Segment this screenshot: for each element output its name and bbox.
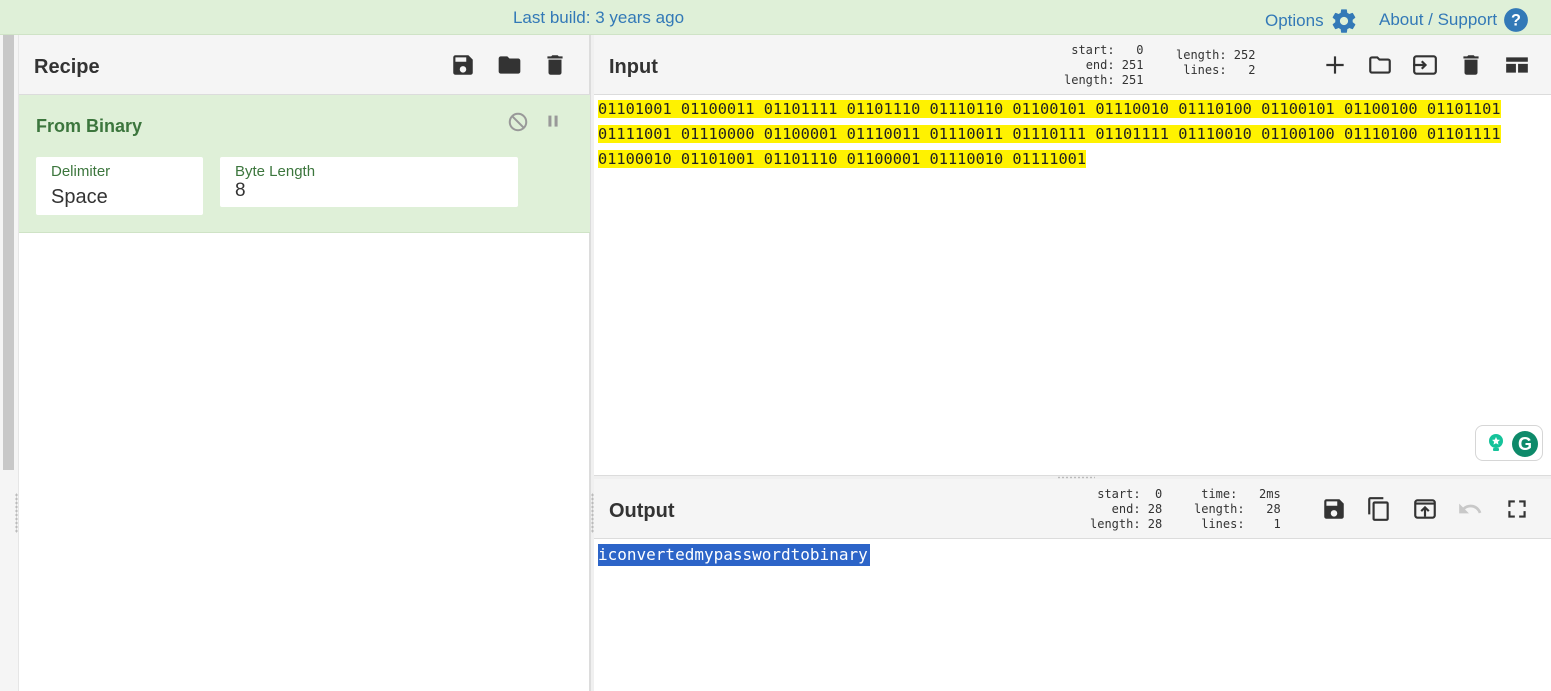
gear-icon: [1330, 7, 1358, 35]
load-recipe-folder-icon[interactable]: [496, 52, 522, 78]
input-line: 01111001 01110000 01100001 01110011 0111…: [598, 125, 1501, 143]
top-banner: Last build: 3 years ago Options About / …: [0, 0, 1551, 35]
input-title: Input: [609, 56, 658, 78]
svg-text:?: ?: [1511, 11, 1521, 29]
options-link[interactable]: Options: [1265, 7, 1358, 35]
svg-text:G: G: [1518, 434, 1532, 454]
output-header: Output start: 0 end: 28 length: 28 time:…: [594, 479, 1551, 539]
output-selection-stats: start: 0 end: 28 length: 28: [1090, 487, 1162, 532]
byte-length-field[interactable]: Byte Length 8: [220, 157, 518, 207]
lightbulb-icon[interactable]: [1484, 431, 1508, 460]
output-start-stat: start: 0: [1097, 487, 1163, 501]
clear-input-trash-icon[interactable]: [1458, 52, 1484, 78]
output-text[interactable]: iconvertedmypasswordtobinary: [598, 544, 870, 566]
input-line: 01100010 01101001 01101110 01100001 0111…: [598, 150, 1087, 168]
output-length-stats: time: 2ms length: 28 lines: 1: [1194, 487, 1281, 532]
delimiter-label: Delimiter: [51, 163, 111, 180]
open-file-folder-icon[interactable]: [1366, 52, 1392, 78]
maximise-output-icon[interactable]: [1504, 496, 1530, 522]
input-length-stat: length: 252: [1176, 48, 1256, 62]
recipe-panel: Recipe From Binary Delimiter Space Byte …: [19, 35, 590, 691]
input-selection-stats: start: 0 end: 251 length: 251: [1064, 43, 1143, 88]
input-length-stats: length: 252 lines: 2: [1176, 48, 1255, 78]
output-panel: Output start: 0 end: 28 length: 28 time:…: [594, 479, 1551, 691]
operation-title: From Binary: [36, 116, 143, 136]
open-input-file-icon[interactable]: [1410, 52, 1437, 78]
resize-grip[interactable]: [15, 493, 18, 533]
add-tab-plus-icon[interactable]: [1322, 52, 1348, 78]
input-header: Input start: 0 end: 251 length: 251 leng…: [594, 35, 1551, 95]
options-label: Options: [1265, 11, 1324, 30]
scrollbar-thumb[interactable]: [3, 35, 14, 470]
input-line: 01101001 01100011 01101111 01101110 0111…: [598, 100, 1501, 118]
input-end-stat: end: 251: [1085, 58, 1144, 72]
input-panel: Input start: 0 end: 251 length: 251 leng…: [594, 35, 1551, 475]
output-sel-length-stat: length: 28: [1090, 517, 1163, 531]
input-lines-stat: lines: 2: [1183, 63, 1256, 77]
delimiter-value[interactable]: Space: [51, 186, 108, 209]
output-time-stat: time: 2ms: [1201, 487, 1281, 501]
pause-breakpoint-icon[interactable]: [542, 111, 564, 138]
input-start-stat: start: 0: [1071, 43, 1144, 57]
about-support-label: About / Support: [1379, 10, 1498, 29]
recipe-title: Recipe: [34, 56, 100, 78]
clear-recipe-trash-icon[interactable]: [542, 52, 568, 78]
input-sel-length-stat: length: 251: [1064, 73, 1144, 87]
disable-operation-icon[interactable]: [507, 111, 529, 138]
left-scrollbar[interactable]: [0, 35, 19, 691]
grammarly-g-icon[interactable]: G: [1511, 430, 1539, 463]
operation-from-binary[interactable]: From Binary Delimiter Space Byte Length …: [19, 95, 590, 233]
reset-layout-icon[interactable]: [1503, 52, 1529, 78]
delimiter-field[interactable]: Delimiter Space: [36, 157, 203, 215]
input-textarea[interactable]: 01101001 01100011 01101111 01101110 0111…: [598, 97, 1545, 172]
help-icon: ?: [1503, 7, 1529, 33]
byte-length-value[interactable]: 8: [235, 180, 246, 202]
replace-input-with-output-icon[interactable]: [1411, 496, 1437, 522]
save-output-icon[interactable]: [1321, 496, 1347, 522]
output-title: Output: [609, 500, 675, 522]
about-support-link[interactable]: About / Support ?: [1379, 7, 1529, 33]
last-build-text: Last build: 3 years ago: [512, 8, 685, 27]
undo-icon[interactable]: [1456, 496, 1482, 522]
copy-output-icon[interactable]: [1366, 495, 1392, 521]
save-recipe-icon[interactable]: [450, 52, 476, 78]
byte-length-label: Byte Length: [235, 163, 316, 180]
output-lines-stat: lines: 1: [1201, 517, 1281, 531]
recipe-header: Recipe: [19, 35, 589, 95]
output-length-stat: length: 28: [1194, 502, 1281, 516]
output-end-stat: end: 28: [1111, 502, 1163, 516]
grammarly-widget[interactable]: G: [1475, 425, 1543, 461]
